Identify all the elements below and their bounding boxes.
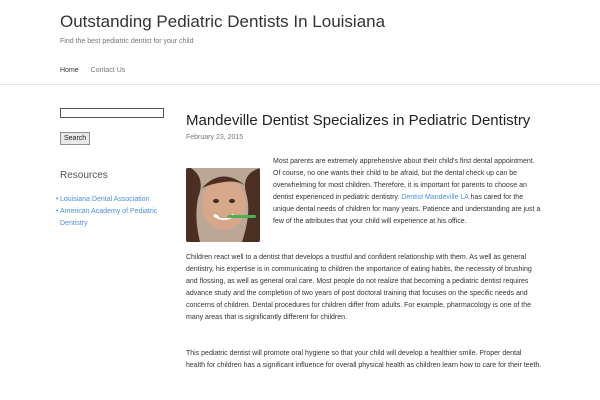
post-title[interactable]: Mandeville Dentist Specializes in Pediat…	[186, 112, 530, 129]
search-button[interactable]: Search	[60, 132, 91, 145]
dentist-mandeville-link[interactable]: Dentist Mandeville LA	[401, 194, 468, 201]
resource-item: • Louisiana Dental Association	[56, 194, 170, 206]
main-nav: Home Contact Us	[60, 67, 135, 74]
resource-item: • American Academy of Pediatric Dentistr…	[56, 206, 170, 230]
site-title[interactable]: Outstanding Pediatric Dentists In Louisi…	[60, 12, 385, 32]
site-description: Find the best pediatric dentist for your…	[60, 38, 194, 45]
bullet-icon: •	[56, 196, 59, 203]
nav-item-home[interactable]: Home	[60, 67, 79, 74]
nav-item-contact-us[interactable]: Contact Us	[91, 67, 126, 74]
post-paragraph-2: Children react well to a dentist that de…	[186, 254, 532, 321]
resource-link-american-academy-pediatric-dentistry[interactable]: American Academy of Pediatric Dentistry	[60, 206, 170, 230]
resource-link-louisiana-dental-association[interactable]: Louisiana Dental Association	[60, 194, 170, 206]
post-date: February 23, 2015	[186, 134, 244, 141]
bullet-icon: •	[56, 208, 59, 215]
post-paragraph-1: Most parents are extremely apprehensive …	[273, 156, 541, 228]
post-paragraph-3: This pediatric dentist will promote oral…	[186, 350, 542, 369]
site-header: Outstanding Pediatric Dentists In Louisi…	[0, 0, 600, 85]
child-brushing-teeth-image	[186, 168, 260, 242]
post-image	[186, 168, 260, 242]
resources-heading: Resources	[60, 170, 108, 181]
search-input[interactable]	[60, 108, 164, 118]
resources-list: • Louisiana Dental Association • America…	[56, 194, 170, 230]
